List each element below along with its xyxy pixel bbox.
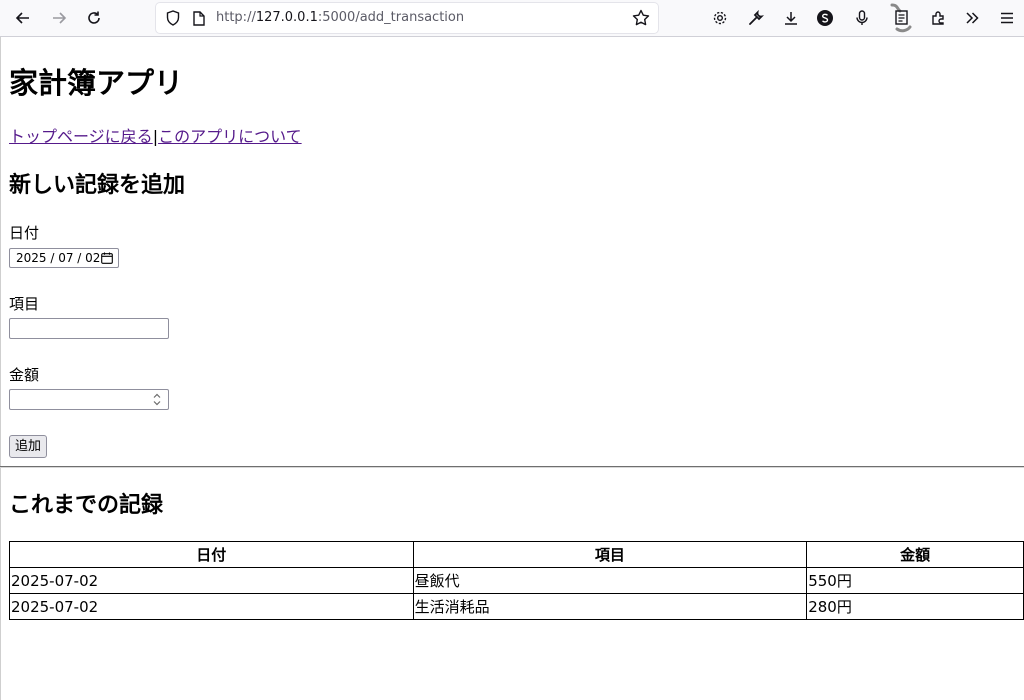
- cell-date: 2025-07-02: [9, 593, 414, 620]
- date-value: 2025 / 07 / 02: [16, 251, 101, 265]
- cell-item: 生活消耗品: [412, 593, 808, 620]
- cell-item: 昼飯代: [412, 567, 808, 594]
- wrench-icon[interactable]: [742, 5, 770, 31]
- amount-input[interactable]: [9, 389, 169, 410]
- column-header-amount: 金額: [806, 541, 1024, 568]
- forward-arrow-icon[interactable]: [45, 5, 73, 31]
- page-title: 家計簿アプリ: [9, 66, 184, 100]
- hamburger-menu-icon[interactable]: [993, 5, 1021, 31]
- table-row: 2025-07-02 生活消耗品 280円: [9, 593, 1024, 620]
- home-link[interactable]: トップページに戻る: [9, 127, 153, 146]
- table-header-row: 日付 項目 金額: [9, 541, 1024, 568]
- amount-label: 金額: [9, 366, 40, 384]
- reader-view-icon[interactable]: [888, 3, 916, 33]
- item-label: 項目: [9, 295, 40, 313]
- column-header-item: 項目: [412, 541, 808, 568]
- extensions-puzzle-icon[interactable]: [925, 5, 953, 31]
- table-row: 2025-07-02 昼飯代 550円: [9, 567, 1024, 594]
- calendar-icon[interactable]: [101, 252, 113, 264]
- date-label: 日付: [9, 224, 40, 242]
- gear-icon[interactable]: [706, 5, 734, 31]
- records-heading: これまでの記録: [9, 493, 164, 518]
- form-heading: 新しい記録を追加: [9, 173, 186, 198]
- browser-toolbar: http://127.0.0.1:5000/add_transaction: [0, 0, 1024, 37]
- back-arrow-icon[interactable]: [9, 5, 37, 31]
- chevron-double-right-icon[interactable]: [958, 5, 986, 31]
- about-link[interactable]: このアプリについて: [158, 127, 302, 146]
- cell-amount: 280円: [806, 593, 1024, 620]
- page-border: [0, 37, 1, 700]
- page-icon[interactable]: [190, 9, 208, 27]
- reload-icon[interactable]: [80, 5, 108, 31]
- shield-icon[interactable]: [164, 9, 182, 27]
- item-input[interactable]: [9, 318, 169, 339]
- url-text[interactable]: http://127.0.0.1:5000/add_transaction: [216, 10, 464, 25]
- extension-s-icon[interactable]: [811, 5, 839, 31]
- add-button[interactable]: 追加: [9, 435, 47, 458]
- url-bar[interactable]: http://127.0.0.1:5000/add_transaction: [156, 3, 658, 33]
- horizontal-divider: [0, 466, 1024, 468]
- bookmark-star-icon[interactable]: [632, 9, 650, 27]
- nav-links: トップページに戻る|このアプリについて: [9, 126, 302, 148]
- download-icon[interactable]: [777, 5, 805, 31]
- column-header-date: 日付: [9, 541, 414, 568]
- records-table: 日付 項目 金額 2025-07-02 昼飯代 550円 2025-07-02 …: [9, 541, 1024, 620]
- cell-amount: 550円: [806, 567, 1024, 594]
- date-input[interactable]: 2025 / 07 / 02: [9, 248, 119, 268]
- cell-date: 2025-07-02: [9, 567, 414, 594]
- number-stepper-icon[interactable]: [152, 392, 162, 407]
- microphone-icon[interactable]: [848, 5, 876, 31]
